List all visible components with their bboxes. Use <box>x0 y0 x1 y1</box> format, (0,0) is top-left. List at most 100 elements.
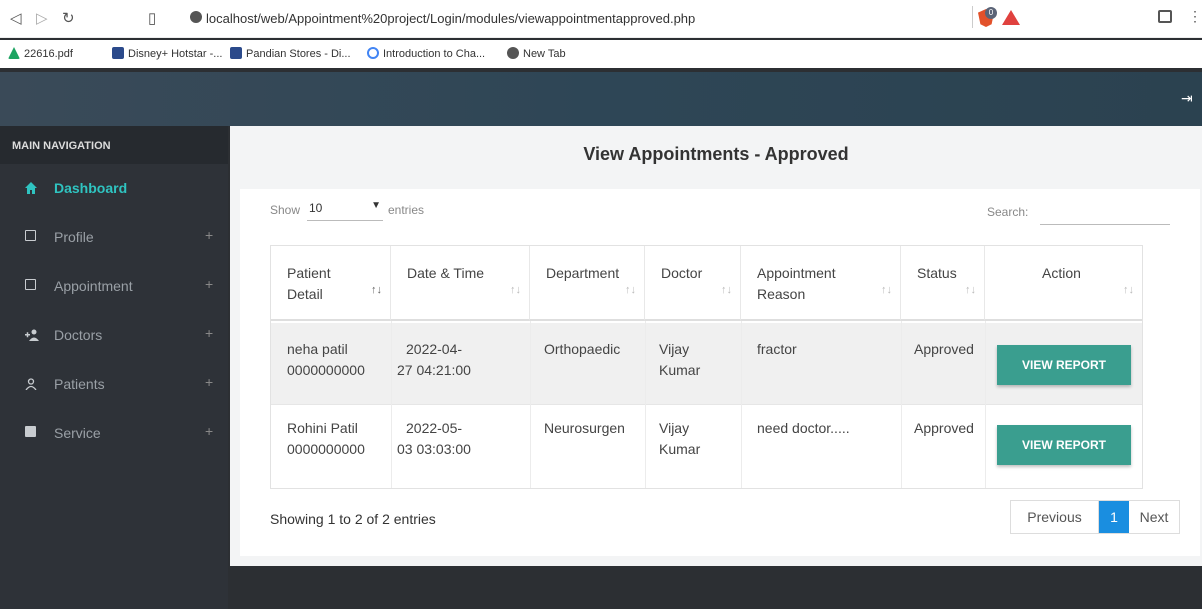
eh-icon <box>230 47 242 59</box>
bookmark-item[interactable]: Disney+ Hotstar -... <box>112 47 222 60</box>
header-line: Patient <box>287 265 331 281</box>
bookmark-label: Introduction to Cha... <box>383 48 486 60</box>
doctor-cell: Vijay Kumar <box>659 418 700 460</box>
column-header-department[interactable]: Department ↑↓ <box>530 246 645 321</box>
show-label: Show <box>270 203 301 217</box>
shield-count-badge: 0 <box>985 7 997 19</box>
calendar-icon <box>25 230 36 241</box>
next-page-button[interactable]: Next <box>1129 501 1179 533</box>
appointments-table: Patient Detail ↑↓ Date & Time ↑↓ Departme… <box>270 245 1143 489</box>
expand-icon[interactable]: + <box>205 227 213 243</box>
table-row: Rohini Patil 0000000000 2022-05- 03 03:03:… <box>271 406 1142 488</box>
status-cell: Approved <box>914 420 974 436</box>
appointments-panel: Show 10 ▼ entries Search: Patient Detail … <box>240 189 1200 556</box>
column-header-patient[interactable]: Patient Detail ↑↓ <box>271 246 391 321</box>
address-bar[interactable]: localhost/web/Appointment%20project/Logi… <box>206 11 695 26</box>
expand-icon[interactable]: + <box>205 276 213 292</box>
time-text: 03 03:03:00 <box>397 441 471 457</box>
column-header-date[interactable]: Date & Time ↑↓ <box>391 246 530 321</box>
header-label: Department <box>546 265 620 281</box>
sort-icon: ↑↓ <box>881 284 892 296</box>
site-info-icon[interactable] <box>190 11 202 23</box>
bookmark-item[interactable]: 22616.pdf <box>8 47 73 60</box>
bookmark-icon[interactable]: ▯ <box>148 9 156 27</box>
square-icon <box>25 426 36 437</box>
forward-icon[interactable]: ▷ <box>36 9 48 27</box>
sidebar-item-label: Doctors <box>54 327 103 343</box>
eh-icon <box>112 47 124 59</box>
column-header-action[interactable]: Action ↑↓ <box>985 246 1142 321</box>
header-label: Status <box>917 265 957 281</box>
doctor-first: Vijay <box>659 420 690 436</box>
view-report-button[interactable]: VIEW REPORT <box>997 345 1131 385</box>
header-label: Date & Time <box>407 265 485 281</box>
toolbar-divider <box>972 6 973 28</box>
sort-icon: ↑↓ <box>510 284 521 296</box>
calendar-icon <box>25 279 36 290</box>
column-header-status[interactable]: Status ↑↓ <box>901 246 985 321</box>
bookmark-label: 22616.pdf <box>24 48 73 60</box>
patient-cell: Rohini Patil 0000000000 <box>287 418 365 460</box>
patient-cell: neha patil 0000000000 <box>287 339 365 381</box>
expand-icon[interactable]: + <box>205 423 213 439</box>
sidebar-item-label: Appointment <box>54 278 133 294</box>
view-report-button[interactable]: VIEW REPORT <box>997 425 1131 465</box>
menu-icon[interactable]: ⋮ <box>1188 8 1202 25</box>
column-divider <box>741 321 742 488</box>
app-header: ⇥ <box>0 72 1202 126</box>
doctor-first: Vijay <box>659 341 690 357</box>
sort-icon: ↑↓ <box>625 284 636 296</box>
department-cell: Neurosurgen <box>544 420 625 436</box>
column-header-doctor[interactable]: Doctor ↑↓ <box>645 246 741 321</box>
sidebar-item-appointment[interactable]: Appointment + <box>0 262 228 311</box>
datetime-cell: 2022-05- 03 03:03:00 <box>397 418 471 460</box>
logout-icon[interactable]: ⇥ <box>1181 90 1193 107</box>
reload-icon[interactable]: ↻ <box>62 9 75 27</box>
patient-phone: 0000000000 <box>287 362 365 378</box>
google-icon <box>367 47 379 59</box>
page-size-value: 10 <box>309 201 323 215</box>
sort-icon: ↑↓ <box>1123 284 1134 296</box>
entries-label: entries <box>388 203 425 217</box>
sidebar-item-patients[interactable]: Patients + <box>0 360 228 409</box>
date-text: 2022-04- <box>406 341 463 357</box>
sort-icon: ↑↓ <box>371 284 382 296</box>
brave-rewards-icon[interactable] <box>1002 10 1020 25</box>
expand-icon[interactable]: + <box>205 374 213 390</box>
page-title: View Appointments - Approved <box>583 144 849 164</box>
header-label: Patient Detail <box>287 263 331 305</box>
sort-icon: ↑↓ <box>965 284 976 296</box>
page-size-select[interactable]: 10 ▼ <box>307 197 383 221</box>
patient-name: Rohini Patil <box>287 420 358 436</box>
doctor-last: Kumar <box>659 441 701 457</box>
time-text: 27 04:21:00 <box>397 362 471 378</box>
add-user-icon <box>25 328 39 341</box>
bookmark-label: New Tab <box>523 48 566 60</box>
datetime-cell: 2022-04- 27 04:21:00 <box>397 339 471 381</box>
page-1-button[interactable]: 1 <box>1099 501 1129 533</box>
bookmark-item[interactable]: New Tab <box>507 47 566 60</box>
back-icon[interactable]: ◁ <box>10 9 22 27</box>
search-input[interactable] <box>1040 197 1170 225</box>
department-cell: Orthopaedic <box>544 341 621 357</box>
bookmark-item[interactable]: Introduction to Cha... <box>367 47 485 60</box>
column-divider <box>645 321 646 488</box>
sidebar-item-service[interactable]: Service + <box>0 409 228 458</box>
patient-name: neha patil <box>287 341 348 357</box>
sidebar-item-profile[interactable]: Profile + <box>0 213 228 262</box>
window-icon[interactable] <box>1158 10 1172 23</box>
sidebar-item-label: Patients <box>54 376 105 392</box>
previous-page-button[interactable]: Previous <box>1011 501 1099 533</box>
sidebar-item-dashboard[interactable]: Dashboard <box>0 164 228 213</box>
home-icon <box>25 181 37 194</box>
status-cell: Approved <box>914 341 974 357</box>
sidebar-item-doctors[interactable]: Doctors + <box>0 311 228 360</box>
column-header-reason[interactable]: Appointment Reason ↑↓ <box>741 246 901 321</box>
sort-icon: ↑↓ <box>721 284 732 296</box>
bookmark-item[interactable]: Pandian Stores - Di... <box>230 47 351 60</box>
drive-icon <box>8 47 20 59</box>
reason-cell: fractor <box>757 341 797 357</box>
pagination: Previous 1 Next <box>1010 500 1180 534</box>
header-label: Action <box>1042 265 1081 281</box>
expand-icon[interactable]: + <box>205 325 213 341</box>
